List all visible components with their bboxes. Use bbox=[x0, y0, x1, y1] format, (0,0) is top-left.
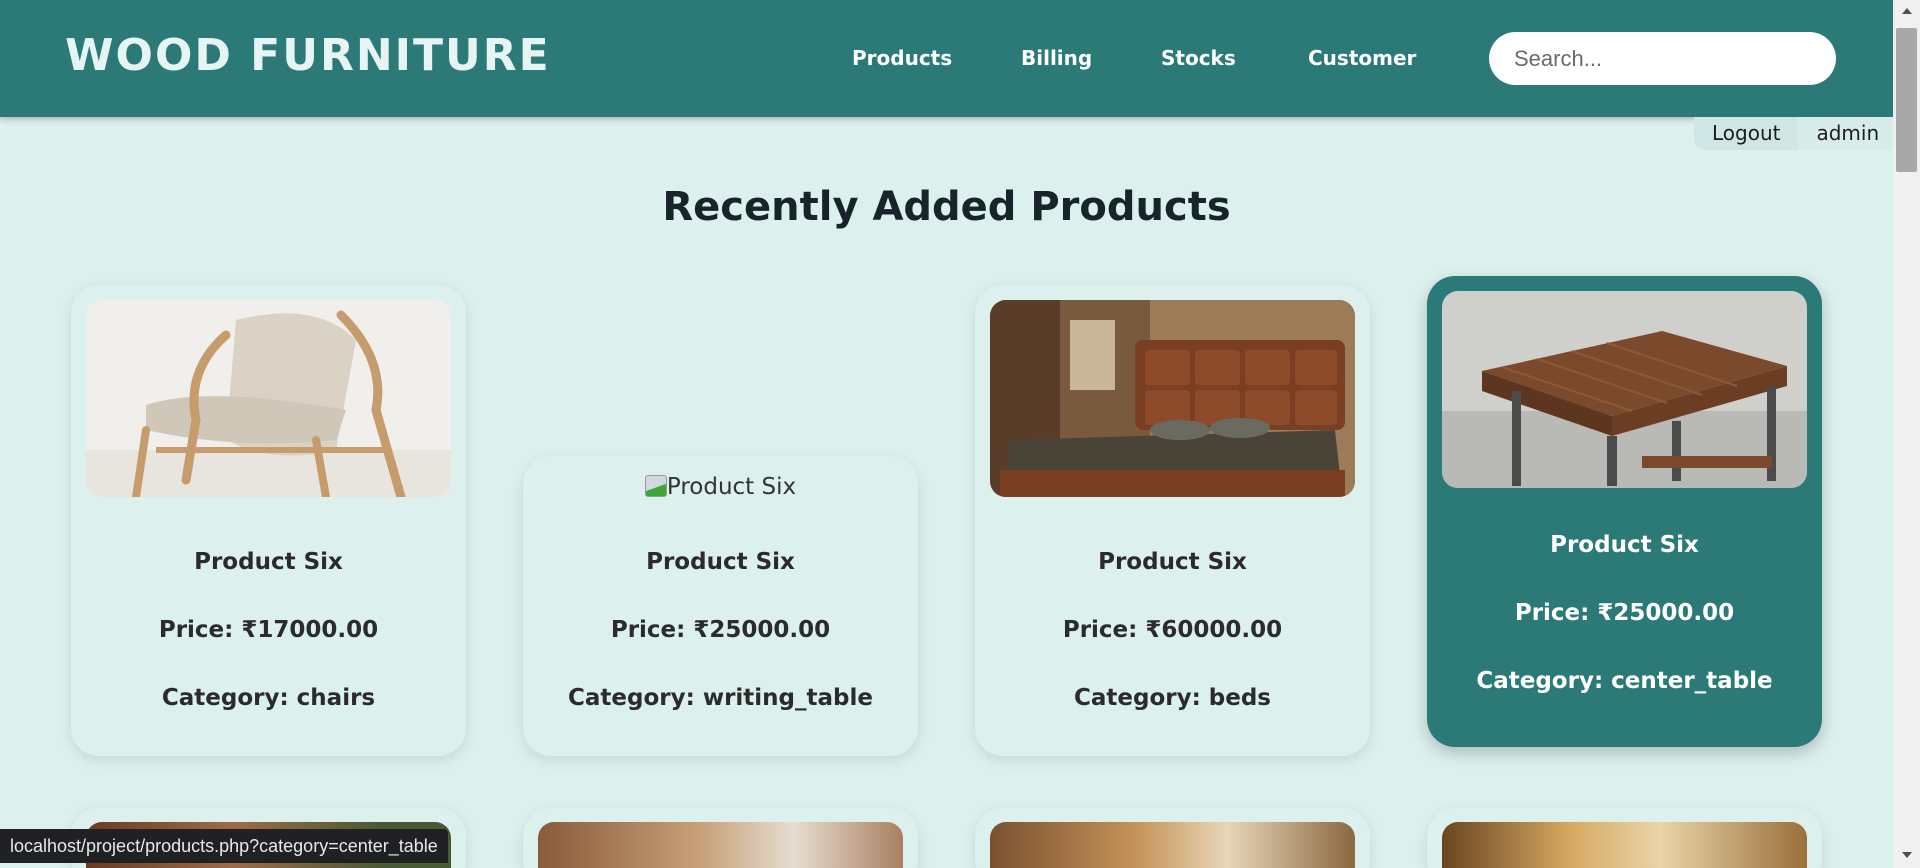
product-image-table bbox=[1442, 291, 1807, 488]
nav-customer[interactable]: Customer bbox=[1308, 46, 1416, 70]
product-image-partial bbox=[990, 822, 1355, 868]
product-name: Product Six bbox=[194, 549, 343, 575]
product-image-chair bbox=[86, 300, 451, 497]
product-name: Product Six bbox=[646, 549, 795, 575]
product-category: Category: center_table bbox=[1476, 668, 1773, 694]
product-category: Category: beds bbox=[1073, 685, 1272, 711]
search-input[interactable] bbox=[1489, 32, 1836, 85]
page-scrollbar[interactable] bbox=[1893, 0, 1920, 868]
product-card-partial[interactable] bbox=[975, 808, 1370, 868]
product-card[interactable]: Product Six Price: ₹60000.00 Category: b… bbox=[975, 285, 1370, 756]
product-image-partial bbox=[1442, 822, 1807, 868]
product-card-partial[interactable] bbox=[1427, 808, 1822, 868]
link-status-bar: localhost/project/products.php?category=… bbox=[0, 829, 448, 863]
product-card[interactable]: Product Six Product Six Price: ₹25000.00… bbox=[523, 456, 918, 756]
section-title: Recently Added Products bbox=[662, 184, 1231, 230]
product-card-hovered[interactable]: Product Six Price: ₹25000.00 Category: c… bbox=[1427, 276, 1822, 747]
nav-billing[interactable]: Billing bbox=[1021, 46, 1092, 70]
user-bar: Logout admin bbox=[1694, 117, 1898, 150]
product-image-bed bbox=[990, 300, 1355, 497]
logout-link[interactable]: Logout bbox=[1694, 117, 1798, 150]
broken-image-icon bbox=[644, 475, 667, 497]
nav-stocks[interactable]: Stocks bbox=[1161, 46, 1236, 70]
product-name: Product Six bbox=[1550, 532, 1699, 558]
product-name: Product Six bbox=[1098, 549, 1247, 575]
username-label: admin bbox=[1798, 117, 1898, 150]
product-category: Category: chairs bbox=[161, 685, 376, 711]
product-card[interactable]: Product Six Price: ₹17000.00 Category: c… bbox=[71, 285, 466, 756]
brand-logo[interactable]: WOOD FURNITURE bbox=[65, 30, 551, 81]
product-price: Price: ₹25000.00 bbox=[610, 617, 831, 643]
product-price: Price: ₹17000.00 bbox=[158, 617, 379, 643]
scroll-down-arrow-icon[interactable] bbox=[1902, 852, 1912, 858]
product-card-partial[interactable] bbox=[523, 808, 918, 868]
nav-products[interactable]: Products bbox=[852, 46, 952, 70]
scroll-thumb[interactable] bbox=[1896, 28, 1917, 172]
product-price: Price: ₹60000.00 bbox=[1062, 617, 1283, 643]
product-price: Price: ₹25000.00 bbox=[1514, 600, 1735, 626]
product-category: Category: writing_table bbox=[568, 685, 873, 711]
scroll-up-arrow-icon[interactable] bbox=[1902, 8, 1912, 14]
product-image-broken: Product Six bbox=[523, 474, 918, 500]
product-image-partial bbox=[538, 822, 903, 868]
top-header: WOOD FURNITURE Products Billing Stocks C… bbox=[0, 0, 1893, 117]
product-image-alt: Product Six bbox=[666, 474, 797, 500]
